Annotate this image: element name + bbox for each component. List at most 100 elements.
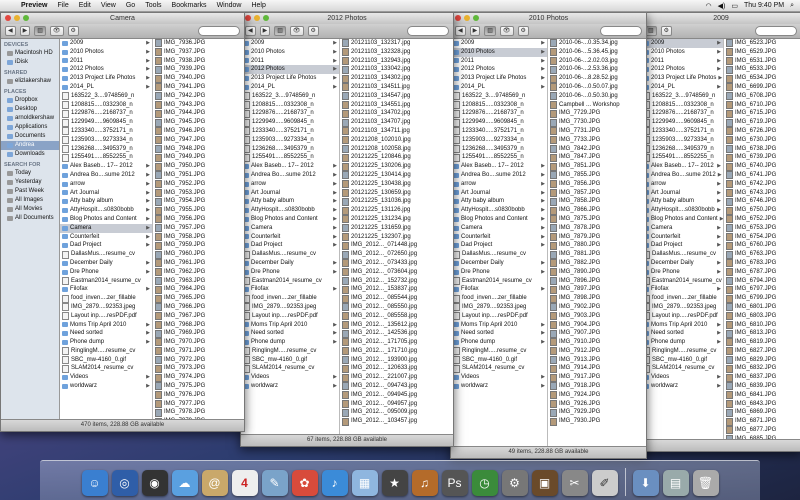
file-row[interactable]: IMG_7733.JPG xyxy=(548,136,646,145)
file-row[interactable]: 20121103_134711.jpg xyxy=(340,127,453,136)
folder-row[interactable]: Filofax ▶ xyxy=(60,285,152,294)
file-row[interactable]: IMG_7971.JPG xyxy=(153,347,244,356)
file-row[interactable]: 20121225_131126.jpg xyxy=(340,206,453,215)
file-row[interactable]: IMG_6794.JPG xyxy=(724,276,800,286)
file-row[interactable]: IMG_7914.JPG xyxy=(548,364,646,373)
menu-bookmarks[interactable]: Bookmarks xyxy=(167,2,212,9)
file-row[interactable]: IMG_7953.JPG xyxy=(153,188,244,198)
file-row[interactable]: IMG_6719.JPG xyxy=(724,118,800,127)
folder-row[interactable]: 2013 Project Life Photos ▶ xyxy=(641,74,723,83)
folder-row[interactable]: 2009 ▶ xyxy=(60,39,152,48)
sidebar-item-andrea[interactable]: Andrea xyxy=(1,141,59,150)
file-row[interactable]: IMG_7851.JPG xyxy=(548,162,646,171)
folder-row[interactable]: Layout inp.....resPDF.pdf xyxy=(451,312,547,321)
battery-icon[interactable]: ▭ xyxy=(731,2,738,10)
folder-row[interactable]: Filofax ▶ xyxy=(241,285,339,294)
folder-row[interactable]: DallasMus....resume_cv xyxy=(451,250,547,259)
preview-icon[interactable]: ✎ xyxy=(261,470,288,496)
folder-row[interactable]: RinglingM.....resume_cv xyxy=(641,347,723,356)
folder-row[interactable]: 1235903.....9273334_n xyxy=(641,136,723,145)
finder-icon[interactable]: ☺ xyxy=(81,470,108,496)
close-icon[interactable] xyxy=(245,15,251,21)
file-row[interactable]: IMG_2012..._085558.jpg xyxy=(340,312,453,321)
menu-edit[interactable]: Edit xyxy=(74,2,96,9)
folder-row[interactable]: Phone dump ▶ xyxy=(241,338,339,347)
file-row[interactable]: IMG_7856.JPG xyxy=(548,180,646,189)
file-row[interactable]: 20121225_132307.jpg xyxy=(340,232,453,242)
file-row[interactable]: IMG_6832.JPG xyxy=(724,364,800,373)
file-row[interactable]: IMG_7951.JPG xyxy=(153,171,244,180)
folder-row[interactable]: Eastman2014_resume_cv xyxy=(451,276,547,286)
file-row[interactable]: IMG_2012..._103457.jpg xyxy=(340,417,453,426)
folder-row[interactable]: Moms Trip April 2010 ▶ xyxy=(241,321,339,330)
folder-row[interactable]: Phone dump ▶ xyxy=(641,338,723,347)
folder-row[interactable]: 2011 ▶ xyxy=(241,57,339,66)
file-row[interactable]: IMG_7945.JPG xyxy=(153,118,244,127)
file-row[interactable]: IMG_7978.JPG xyxy=(153,408,244,417)
quick-look-icon[interactable]: 👁 xyxy=(499,26,514,36)
file-row[interactable]: 20121103_134707.jpg xyxy=(340,118,453,127)
sidebar-item-shared-computer[interactable]: elizlakershaw xyxy=(1,77,59,86)
folder-row[interactable]: Need sorted ▶ xyxy=(241,329,339,338)
zoom-icon[interactable] xyxy=(23,15,29,21)
file-row[interactable]: IMG_7858.JPG xyxy=(548,197,646,206)
folder-row[interactable]: worldwarz ▶ xyxy=(451,382,547,391)
file-row[interactable]: 20121103_134302.jpg xyxy=(340,74,453,83)
folder-row[interactable]: Blog Photos and Content ▶ xyxy=(451,215,547,224)
file-row[interactable]: IMG_6730.JPG xyxy=(724,136,800,145)
folder-row[interactable]: Filofax ▶ xyxy=(451,285,547,294)
file-row[interactable]: 2010-06-...2.02.03.jpg xyxy=(548,56,646,66)
folder-row[interactable]: 1233340.....3752171_n xyxy=(241,127,339,136)
file-row[interactable]: 20121103_134702.jpg xyxy=(340,109,453,118)
file-row[interactable]: 20121225_130438.jpg xyxy=(340,180,453,189)
folder-row[interactable]: Art Journal ▶ xyxy=(241,189,339,198)
folder-row[interactable]: AttyHospit....s0830bobb ▶ xyxy=(451,206,547,215)
sidebar-item-documents[interactable]: Documents xyxy=(1,132,59,141)
file-row[interactable]: IMG_7903.JPG xyxy=(548,312,646,321)
file-row[interactable]: IMG_6739.JPG xyxy=(724,153,800,162)
folder-row[interactable]: Atty baby album ▶ xyxy=(241,197,339,206)
file-row[interactable]: IMG_2012..._071448.jpg xyxy=(340,241,453,250)
file-row[interactable]: IMG_7958.JPG xyxy=(153,232,244,242)
file-row[interactable]: IMG_7866.JPG xyxy=(548,206,646,215)
folder-row[interactable]: Counterfeit ▶ xyxy=(241,233,339,242)
file-row[interactable]: IMG_6783.JPG xyxy=(724,259,800,268)
folder-row[interactable]: IMG_2879....92353.jpeg xyxy=(60,303,152,312)
back-icon[interactable]: ◀ xyxy=(5,26,16,36)
text-edit-icon[interactable]: ✐ xyxy=(591,470,618,496)
window-titlebar[interactable]: 2012 Photos xyxy=(241,13,453,24)
folder-row[interactable]: 163522_3....9748569_n xyxy=(641,92,723,101)
file-row[interactable]: IMG_2012..._095009.jpg xyxy=(340,408,453,417)
folder-row[interactable]: Layout inp.....resPDF.pdf xyxy=(241,312,339,321)
folder-row[interactable]: 1208815.....0332308_n xyxy=(60,100,152,110)
sidebar-item-applications[interactable]: Applications xyxy=(1,123,59,132)
file-row[interactable]: IMG_7896.JPG xyxy=(548,276,646,286)
folder-row[interactable]: RinglingM.....resume_cv xyxy=(241,347,339,356)
downloads-stack-icon[interactable]: ⬇ xyxy=(632,470,659,496)
file-row[interactable]: IMG_7847.JPG xyxy=(548,153,646,162)
file-row[interactable]: IMG_7890.JPG xyxy=(548,268,646,277)
file-row[interactable]: IMG_7948.JPG xyxy=(153,144,244,154)
sidebar-item-past-week[interactable]: Past Week xyxy=(1,187,59,196)
folder-row[interactable]: RinglingM.....resume_cv xyxy=(451,347,547,356)
quick-look-icon[interactable]: 👁 xyxy=(49,26,64,36)
file-row[interactable]: IMG_7955.JPG xyxy=(153,206,244,215)
file-row[interactable]: IMG_7937.JPG xyxy=(153,48,244,57)
file-row[interactable]: IMG_7960.JPG xyxy=(153,250,244,259)
folder-row[interactable]: Art Journal ▶ xyxy=(451,189,547,198)
file-row[interactable]: IMG_7880.JPG xyxy=(548,241,646,250)
folder-row[interactable]: 1229949.....9609845_n xyxy=(241,118,339,127)
folder-row[interactable]: Atty baby album ▶ xyxy=(60,197,152,206)
quick-look-icon[interactable]: 👁 xyxy=(289,26,304,36)
back-icon[interactable]: ◀ xyxy=(455,26,466,36)
file-row[interactable]: IMG_2012..._073433.jpg xyxy=(340,259,453,268)
folder-row[interactable]: Alex Baseb... 17-- 2012 ▶ xyxy=(641,162,723,171)
file-row[interactable]: IMG_7907.JPG xyxy=(548,329,646,338)
zoom-icon[interactable] xyxy=(263,15,269,21)
file-row[interactable]: IMG_7952.JPG xyxy=(153,180,244,189)
folder-row[interactable]: 2009 ▶ xyxy=(641,39,723,48)
file-row[interactable]: IMG_6813.JPG xyxy=(724,329,800,338)
file-row[interactable]: IMG_6523.JPG xyxy=(724,39,800,48)
menu-app-name[interactable]: Preview xyxy=(16,2,52,9)
file-row[interactable]: 20121225_130206.jpg xyxy=(340,162,453,171)
